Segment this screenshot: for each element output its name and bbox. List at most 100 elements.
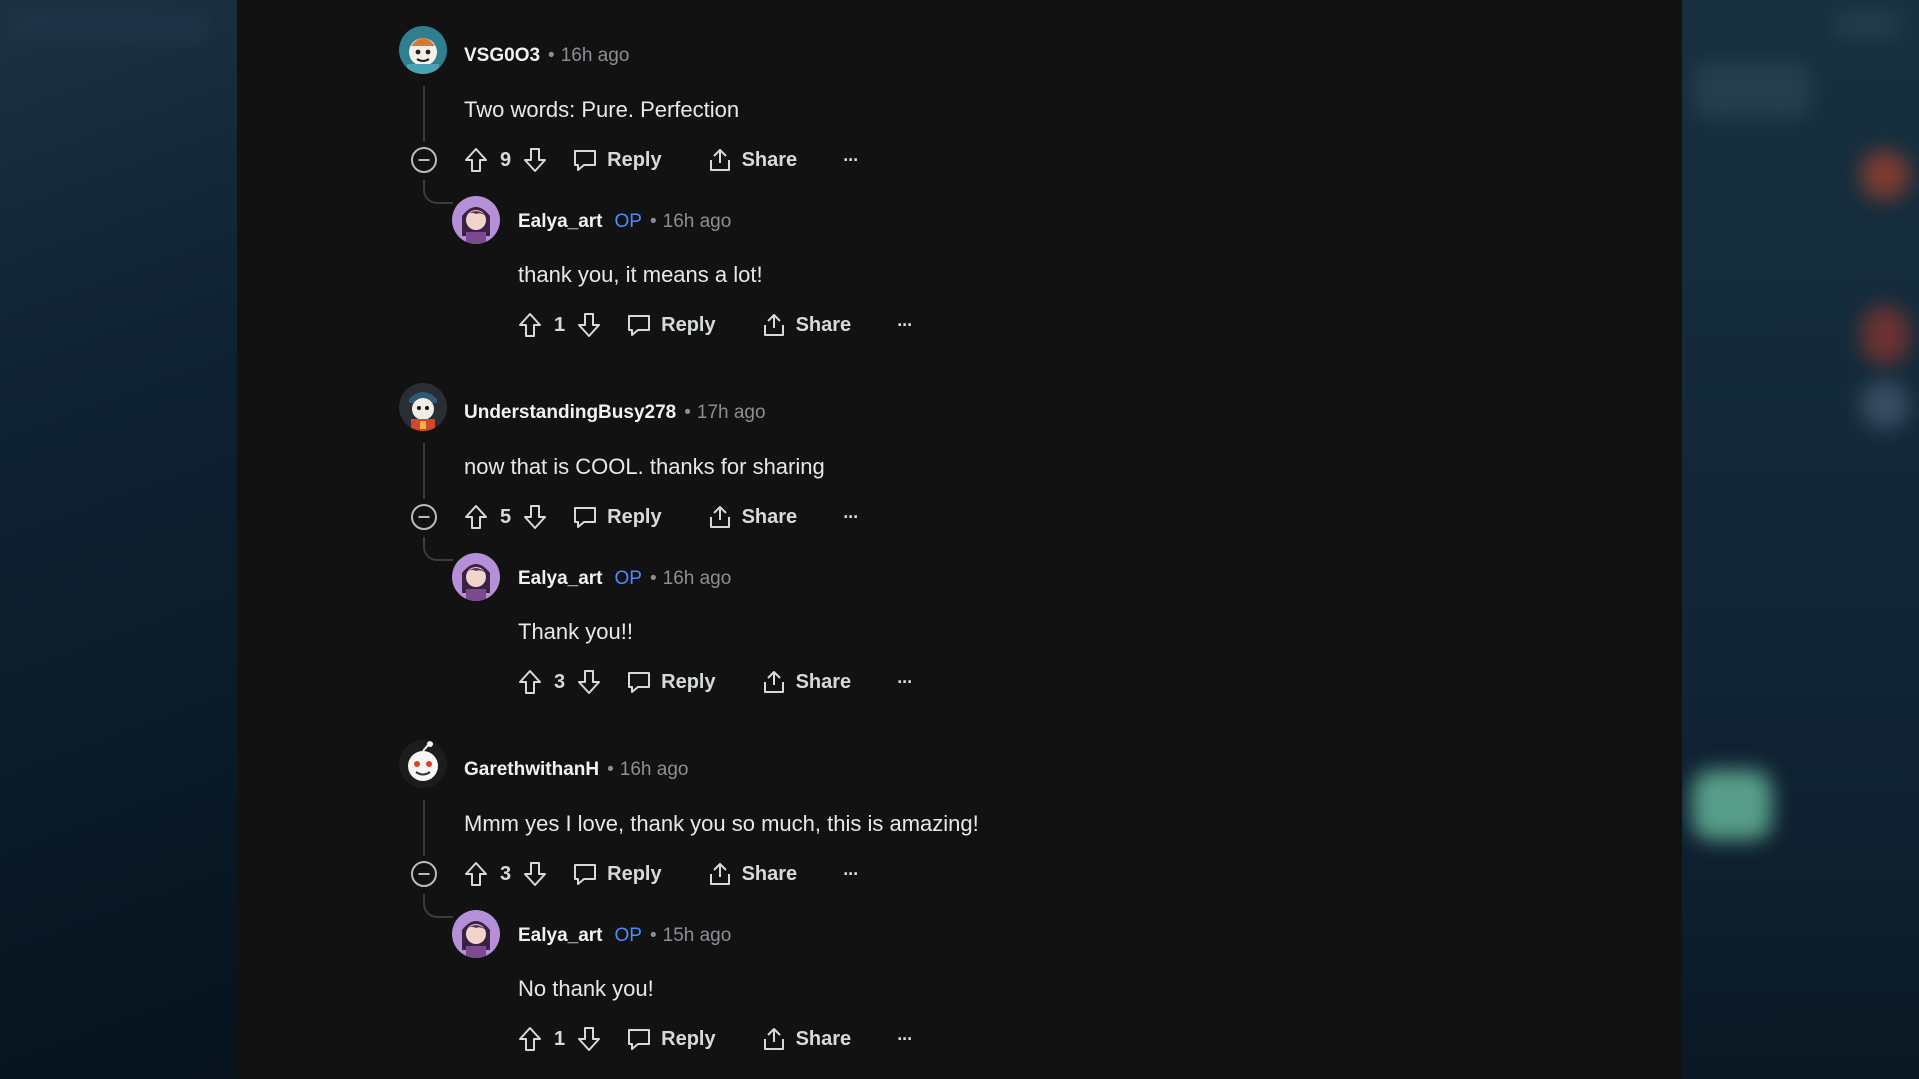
comment-body: now that is COOL. thanks for sharing xyxy=(464,454,825,479)
user-avatar[interactable] xyxy=(452,910,500,958)
reply-button[interactable]: Reply xyxy=(571,503,662,531)
share-button[interactable]: Share xyxy=(706,503,798,531)
upvote-button[interactable] xyxy=(462,503,490,531)
background-blur xyxy=(1860,305,1910,365)
user-avatar[interactable] xyxy=(452,553,500,601)
thread-line xyxy=(423,800,425,856)
reply-button[interactable]: Reply xyxy=(625,1025,716,1053)
reply-label: Reply xyxy=(607,148,662,171)
more-options-button[interactable]: ··· xyxy=(897,1029,913,1050)
downvote-button[interactable] xyxy=(575,1025,603,1053)
collapse-thread-button[interactable] xyxy=(409,145,439,175)
upvote-button[interactable] xyxy=(516,311,544,339)
downvote-button[interactable] xyxy=(575,311,603,339)
timestamp[interactable]: 16h ago xyxy=(561,45,630,66)
comment-meta: GarethwithanH • 16h ago xyxy=(464,759,688,781)
share-button[interactable]: Share xyxy=(760,668,851,696)
user-avatar[interactable] xyxy=(452,196,500,244)
share-label: Share xyxy=(795,1027,852,1050)
share-button[interactable]: Share xyxy=(760,311,852,339)
comment-meta: Ealya_art OP • 15h ago xyxy=(518,925,731,947)
arrow-up-icon xyxy=(519,1027,541,1051)
arrow-down-icon xyxy=(524,148,547,172)
timestamp[interactable]: 16h ago xyxy=(620,759,689,780)
user-avatar[interactable] xyxy=(399,26,447,74)
background-blur xyxy=(1860,150,1910,200)
reply-label: Reply xyxy=(661,670,716,693)
username[interactable]: GarethwithanH xyxy=(464,759,599,780)
share-icon xyxy=(709,863,730,885)
collapse-thread-button[interactable] xyxy=(409,859,439,889)
share-icon xyxy=(709,149,730,171)
reply-button[interactable]: Reply xyxy=(571,146,662,174)
user-avatar[interactable] xyxy=(399,383,447,431)
downvote-button[interactable] xyxy=(521,860,549,888)
downvote-button[interactable] xyxy=(521,146,549,174)
username[interactable]: VSG0O3 xyxy=(464,45,540,66)
share-button[interactable]: Share xyxy=(760,1025,852,1053)
reply-button[interactable]: Reply xyxy=(571,860,662,888)
arrow-up-icon xyxy=(519,670,541,694)
more-options-button[interactable]: ··· xyxy=(843,150,859,171)
timestamp[interactable]: 16h ago xyxy=(663,568,732,589)
minus-circle-icon xyxy=(411,147,437,173)
comment-bubble-icon xyxy=(574,507,597,528)
downvote-button[interactable] xyxy=(521,503,549,531)
share-label: Share xyxy=(741,148,798,171)
vote-count: 3 xyxy=(500,862,512,885)
separator-dot: • xyxy=(649,568,657,589)
background-blur xyxy=(1692,60,1812,120)
username[interactable]: Ealya_art xyxy=(518,211,603,232)
minus-circle-icon xyxy=(411,861,437,887)
vote-count: 1 xyxy=(554,313,566,336)
share-label: Share xyxy=(741,505,798,528)
username[interactable]: Ealya_art xyxy=(518,568,603,589)
collapse-thread-button[interactable] xyxy=(409,502,439,532)
background-blur xyxy=(10,10,210,44)
more-options-button[interactable]: ··· xyxy=(843,507,859,528)
user-avatar[interactable] xyxy=(399,740,447,788)
op-badge: OP xyxy=(614,925,642,946)
arrow-down-icon xyxy=(578,670,601,694)
share-label: Share xyxy=(795,313,852,336)
share-icon xyxy=(763,314,784,336)
reply-label: Reply xyxy=(607,862,662,885)
reply-button[interactable]: Reply xyxy=(625,311,716,339)
comment-bubble-icon xyxy=(574,150,597,171)
more-options-button[interactable]: ··· xyxy=(897,672,913,693)
op-badge: OP xyxy=(614,568,642,589)
upvote-button[interactable] xyxy=(462,860,490,888)
more-options-button[interactable]: ··· xyxy=(897,315,913,336)
comment-actions: 9 Reply Share ··· xyxy=(462,144,859,176)
background-blur xyxy=(1860,380,1910,430)
share-button[interactable]: Share xyxy=(706,860,798,888)
username[interactable]: UnderstandingBusy278 xyxy=(464,402,676,423)
comment-body: No thank you! xyxy=(518,976,654,1001)
comment-meta: Ealya_art OP • 16h ago xyxy=(518,568,731,590)
reply-button[interactable]: Reply xyxy=(625,668,716,696)
arrow-up-icon xyxy=(465,505,487,529)
timestamp[interactable]: 17h ago xyxy=(697,402,766,423)
downvote-button[interactable] xyxy=(575,668,603,696)
comment-body: Two words: Pure. Perfection xyxy=(464,97,740,122)
timestamp[interactable]: 16h ago xyxy=(663,211,732,232)
arrow-down-icon xyxy=(578,1027,601,1051)
share-label: Share xyxy=(741,862,798,885)
timestamp[interactable]: 15h ago xyxy=(663,925,732,946)
vote-count: 1 xyxy=(554,1027,566,1050)
share-button[interactable]: Share xyxy=(706,146,798,174)
upvote-button[interactable] xyxy=(516,1025,544,1053)
background-right xyxy=(1682,0,1919,1079)
comment-body: thank you, it means a lot! xyxy=(518,262,763,287)
upvote-button[interactable] xyxy=(516,668,544,696)
comment-panel: VSG0O3 • 16h ago Two words: Pure. Perfecti… xyxy=(237,0,1682,1079)
username[interactable]: Ealya_art xyxy=(518,925,603,946)
more-options-button[interactable]: ··· xyxy=(843,864,859,885)
upvote-button[interactable] xyxy=(462,146,490,174)
reply-connector xyxy=(423,180,453,204)
comment-body: Mmm yes I love, thank you so much, this … xyxy=(464,811,979,836)
arrow-up-icon xyxy=(465,148,487,172)
comment-meta: Ealya_art OP • 16h ago xyxy=(518,211,731,233)
comment-bubble-icon xyxy=(574,864,597,885)
share-icon xyxy=(763,671,784,693)
